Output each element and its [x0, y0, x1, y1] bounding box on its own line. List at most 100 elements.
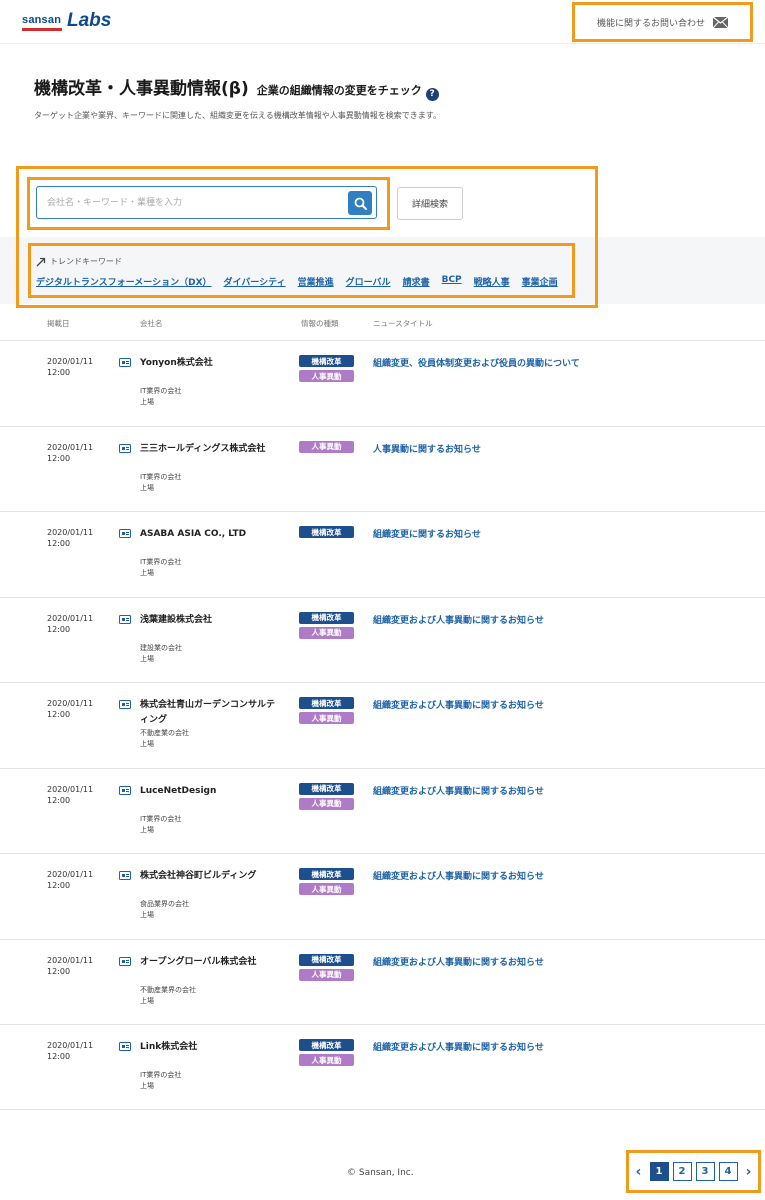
info-type-badges: 機構改革 人事異動	[299, 697, 354, 724]
company-name[interactable]: Link株式会社	[140, 1040, 280, 1055]
info-type-badges: 機構改革 人事異動	[299, 611, 354, 639]
news-title-link[interactable]: 組織変更および人事異動に関するお知らせ	[373, 955, 544, 968]
advanced-search-button[interactable]: 詳細検索	[397, 187, 463, 220]
post-date-time: 12:00	[47, 368, 71, 377]
business-card-icon	[119, 700, 131, 709]
trend-keyword-bcp[interactable]: BCP	[442, 275, 462, 288]
copyright: © Sansan, Inc.	[347, 1168, 414, 1178]
badge-personnel-change: 人事異動	[299, 883, 354, 895]
post-date: 2020/01/11 12:00	[47, 1040, 107, 1062]
contact-link[interactable]: 機能に関するお問い合わせ	[572, 2, 753, 42]
badge-reorganization: 機構改革	[299, 782, 354, 795]
company-name[interactable]: オープングローバル株式会社	[140, 955, 280, 970]
company-name[interactable]: 浅葉建設株式会社	[140, 613, 280, 628]
post-date: 2020/01/11 12:00	[47, 955, 107, 977]
page-description: ターゲット企業や業界、キーワードに関連した、組織変更を伝える機構改革情報や人事異…	[34, 111, 441, 120]
news-title-link[interactable]: 人事異動に関するお知らせ	[373, 442, 481, 455]
news-title-link[interactable]: 組織変更に関するお知らせ	[373, 527, 481, 540]
info-type-badges: 機構改革 人事異動	[299, 868, 354, 895]
page-3-button[interactable]: 3	[695, 1162, 715, 1181]
prev-page-button[interactable]: ‹	[632, 1164, 646, 1180]
company-meta: 食品業界の会社 上場	[140, 899, 189, 921]
table-row: 2020/01/11 12:00 ASABA ASIA CO., LTD IT業…	[0, 511, 765, 597]
search-input[interactable]	[47, 187, 342, 218]
company-industry: 食品業界の会社	[140, 900, 189, 908]
page-4-button[interactable]: 4	[718, 1162, 738, 1181]
column-header-date: 掲載日	[47, 319, 70, 328]
post-date-time: 12:00	[47, 795, 71, 805]
company-meta: 不動産業の会社 上場	[140, 728, 189, 750]
company-name[interactable]: ASABA ASIA CO., LTD	[140, 527, 280, 542]
table-row: 2020/01/11 12:00 三三ホールディングス株式会社 IT業界の会社 …	[0, 425, 765, 512]
company-industry: 不動産業の会社	[140, 729, 189, 737]
news-title-link[interactable]: 組織変更および人事異動に関するお知らせ	[373, 613, 544, 626]
mail-icon	[713, 16, 728, 28]
post-date-time: 12:00	[47, 624, 71, 634]
page-2-button[interactable]: 2	[672, 1162, 692, 1181]
badge-personnel-change: 人事異動	[299, 968, 354, 981]
company-listing: 上場	[140, 569, 154, 577]
info-type-badges: 人事異動	[299, 440, 354, 453]
search-box	[36, 186, 377, 219]
table-row: 2020/01/11 12:00 株式会社青山ガーデンコンサルティング 不動産業…	[0, 682, 765, 768]
trend-keyword-strategic-hr[interactable]: 戦略人事	[474, 275, 510, 288]
trend-keyword-invoice[interactable]: 請求書	[403, 275, 430, 288]
company-industry: IT業界の会社	[140, 387, 182, 395]
trend-keywords-highlight	[28, 243, 575, 298]
news-title-link[interactable]: 組織変更および人事異動に関するお知らせ	[373, 1040, 544, 1053]
company-listing: 上場	[140, 740, 154, 748]
business-card-icon	[119, 358, 131, 367]
badge-personnel-change: 人事異動	[299, 370, 354, 382]
company-listing: 上場	[140, 825, 154, 834]
news-table-body: 2020/01/11 12:00 Yonyon株式会社 IT業界の会社 上場 機…	[0, 340, 765, 1110]
badge-personnel-change: 人事異動	[299, 626, 354, 639]
next-page-button[interactable]: ›	[742, 1164, 756, 1180]
badge-personnel-change: 人事異動	[299, 712, 354, 724]
company-name[interactable]: 三三ホールディングス株式会社	[140, 442, 280, 457]
company-name[interactable]: LuceNetDesign	[140, 784, 280, 799]
info-type-badges: 機構改革 人事異動	[299, 782, 354, 810]
post-date-time: 12:00	[47, 1052, 71, 1061]
trend-keyword-diversity[interactable]: ダイバーシティ	[224, 275, 286, 288]
info-type-badges: 機構改革 人事異動	[299, 355, 354, 382]
trend-keyword-sales-promotion[interactable]: 営業推進	[298, 275, 334, 288]
page-1-button[interactable]: 1	[649, 1162, 669, 1181]
company-industry: IT業界の会社	[140, 1071, 182, 1079]
table-row: 2020/01/11 12:00 株式会社神谷町ビルディング 食品業界の会社 上…	[0, 853, 765, 939]
company-industry: IT業界の会社	[140, 814, 182, 823]
news-title-link[interactable]: 組織変更および人事異動に関するお知らせ	[373, 869, 544, 882]
top-header: sansan Labs 機能に関するお問い合わせ	[0, 0, 765, 44]
trend-keyword-business-planning[interactable]: 事業企画	[522, 275, 558, 288]
page-subtitle: 企業の組織情報の変更をチェック ?	[257, 82, 439, 101]
help-icon[interactable]: ?	[425, 87, 439, 101]
business-card-icon	[119, 1042, 131, 1051]
trend-arrow-icon	[36, 257, 46, 266]
info-type-badges: 機構改革	[299, 526, 354, 538]
company-industry: 建設業の会社	[140, 643, 182, 652]
news-title-link[interactable]: 組織変更および人事異動に関するお知らせ	[373, 698, 544, 711]
badge-reorganization: 機構改革	[299, 868, 354, 880]
page-title: 機構改革・人事異動情報(β)	[34, 79, 249, 99]
company-name[interactable]: Yonyon株式会社	[140, 356, 280, 371]
table-row: 2020/01/11 12:00 オープングローバル株式会社 不動産業界の会社 …	[0, 938, 765, 1025]
post-date-day: 2020/01/11	[47, 442, 94, 452]
trend-keyword-global[interactable]: グローバル	[346, 275, 391, 288]
badge-reorganization: 機構改革	[299, 953, 354, 966]
trend-keyword-dx[interactable]: デジタルトランスフォーメーション（DX）	[36, 275, 212, 288]
search-button[interactable]	[348, 191, 372, 215]
column-header-company: 会社名	[140, 319, 163, 328]
company-name[interactable]: 株式会社神谷町ビルディング	[140, 869, 280, 884]
news-title-link[interactable]: 組織変更および人事異動に関するお知らせ	[373, 784, 544, 797]
post-date-time: 12:00	[47, 710, 71, 719]
trend-label-text: トレンドキーワード	[50, 257, 122, 266]
post-date: 2020/01/11 12:00	[47, 356, 107, 378]
post-date-day: 2020/01/11	[47, 357, 94, 366]
badge-reorganization: 機構改革	[299, 611, 354, 624]
company-listing: 上場	[140, 654, 154, 663]
news-title-link[interactable]: 組織変更、役員体制変更および役員の異動について	[373, 356, 580, 369]
column-header-news-title: ニュースタイトル	[373, 319, 433, 328]
company-name[interactable]: 株式会社青山ガーデンコンサルティング	[140, 698, 280, 728]
trend-keyword-list: デジタルトランスフォーメーション（DX） ダイバーシティ 営業推進 グローバル …	[36, 275, 558, 288]
title-row: 機構改革・人事異動情報(β) 企業の組織情報の変更をチェック ?	[34, 74, 439, 101]
company-listing: 上場	[140, 911, 154, 919]
